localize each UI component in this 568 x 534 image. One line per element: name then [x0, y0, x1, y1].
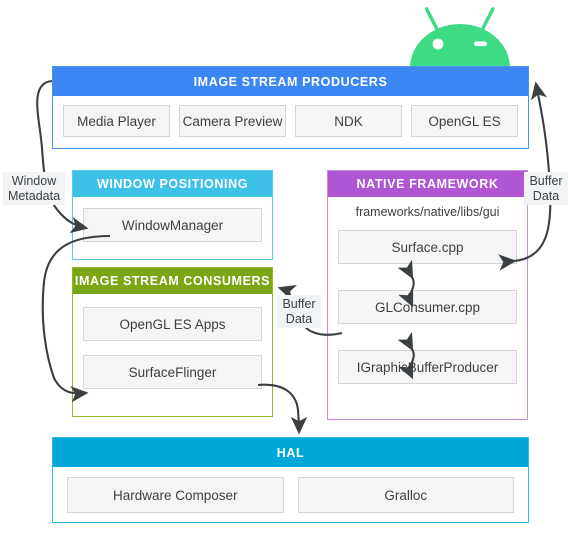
arrow-surface-glconsumer — [397, 259, 415, 308]
label-buffer-data-right: Buffer Data — [524, 172, 568, 205]
label-buffer-data-right-line1: Buffer — [529, 174, 563, 188]
label-window-metadata-line2: Metadata — [7, 188, 61, 203]
label-buffer-data-middle-line1: Buffer — [282, 297, 316, 311]
connector-arrows — [36, 79, 552, 435]
arrow-surfaceflinger-to-hal — [257, 383, 308, 435]
arrow-glconsumer-igbp — [397, 331, 415, 380]
label-buffer-data-right-line2: Data — [532, 188, 560, 203]
label-buffer-data-middle-line2: Data — [285, 311, 313, 326]
arrow-producers-to-windowmanager — [36, 79, 89, 234]
label-buffer-data-middle: Buffer Data — [277, 295, 321, 328]
label-window-metadata: Window Metadata — [3, 172, 65, 205]
arrow-windowmanager-to-surfaceflinger — [41, 234, 111, 403]
diagram-canvas: IMAGE STREAM PRODUCERS Media Player Came… — [0, 0, 568, 534]
label-window-metadata-line1: Window — [11, 174, 57, 188]
